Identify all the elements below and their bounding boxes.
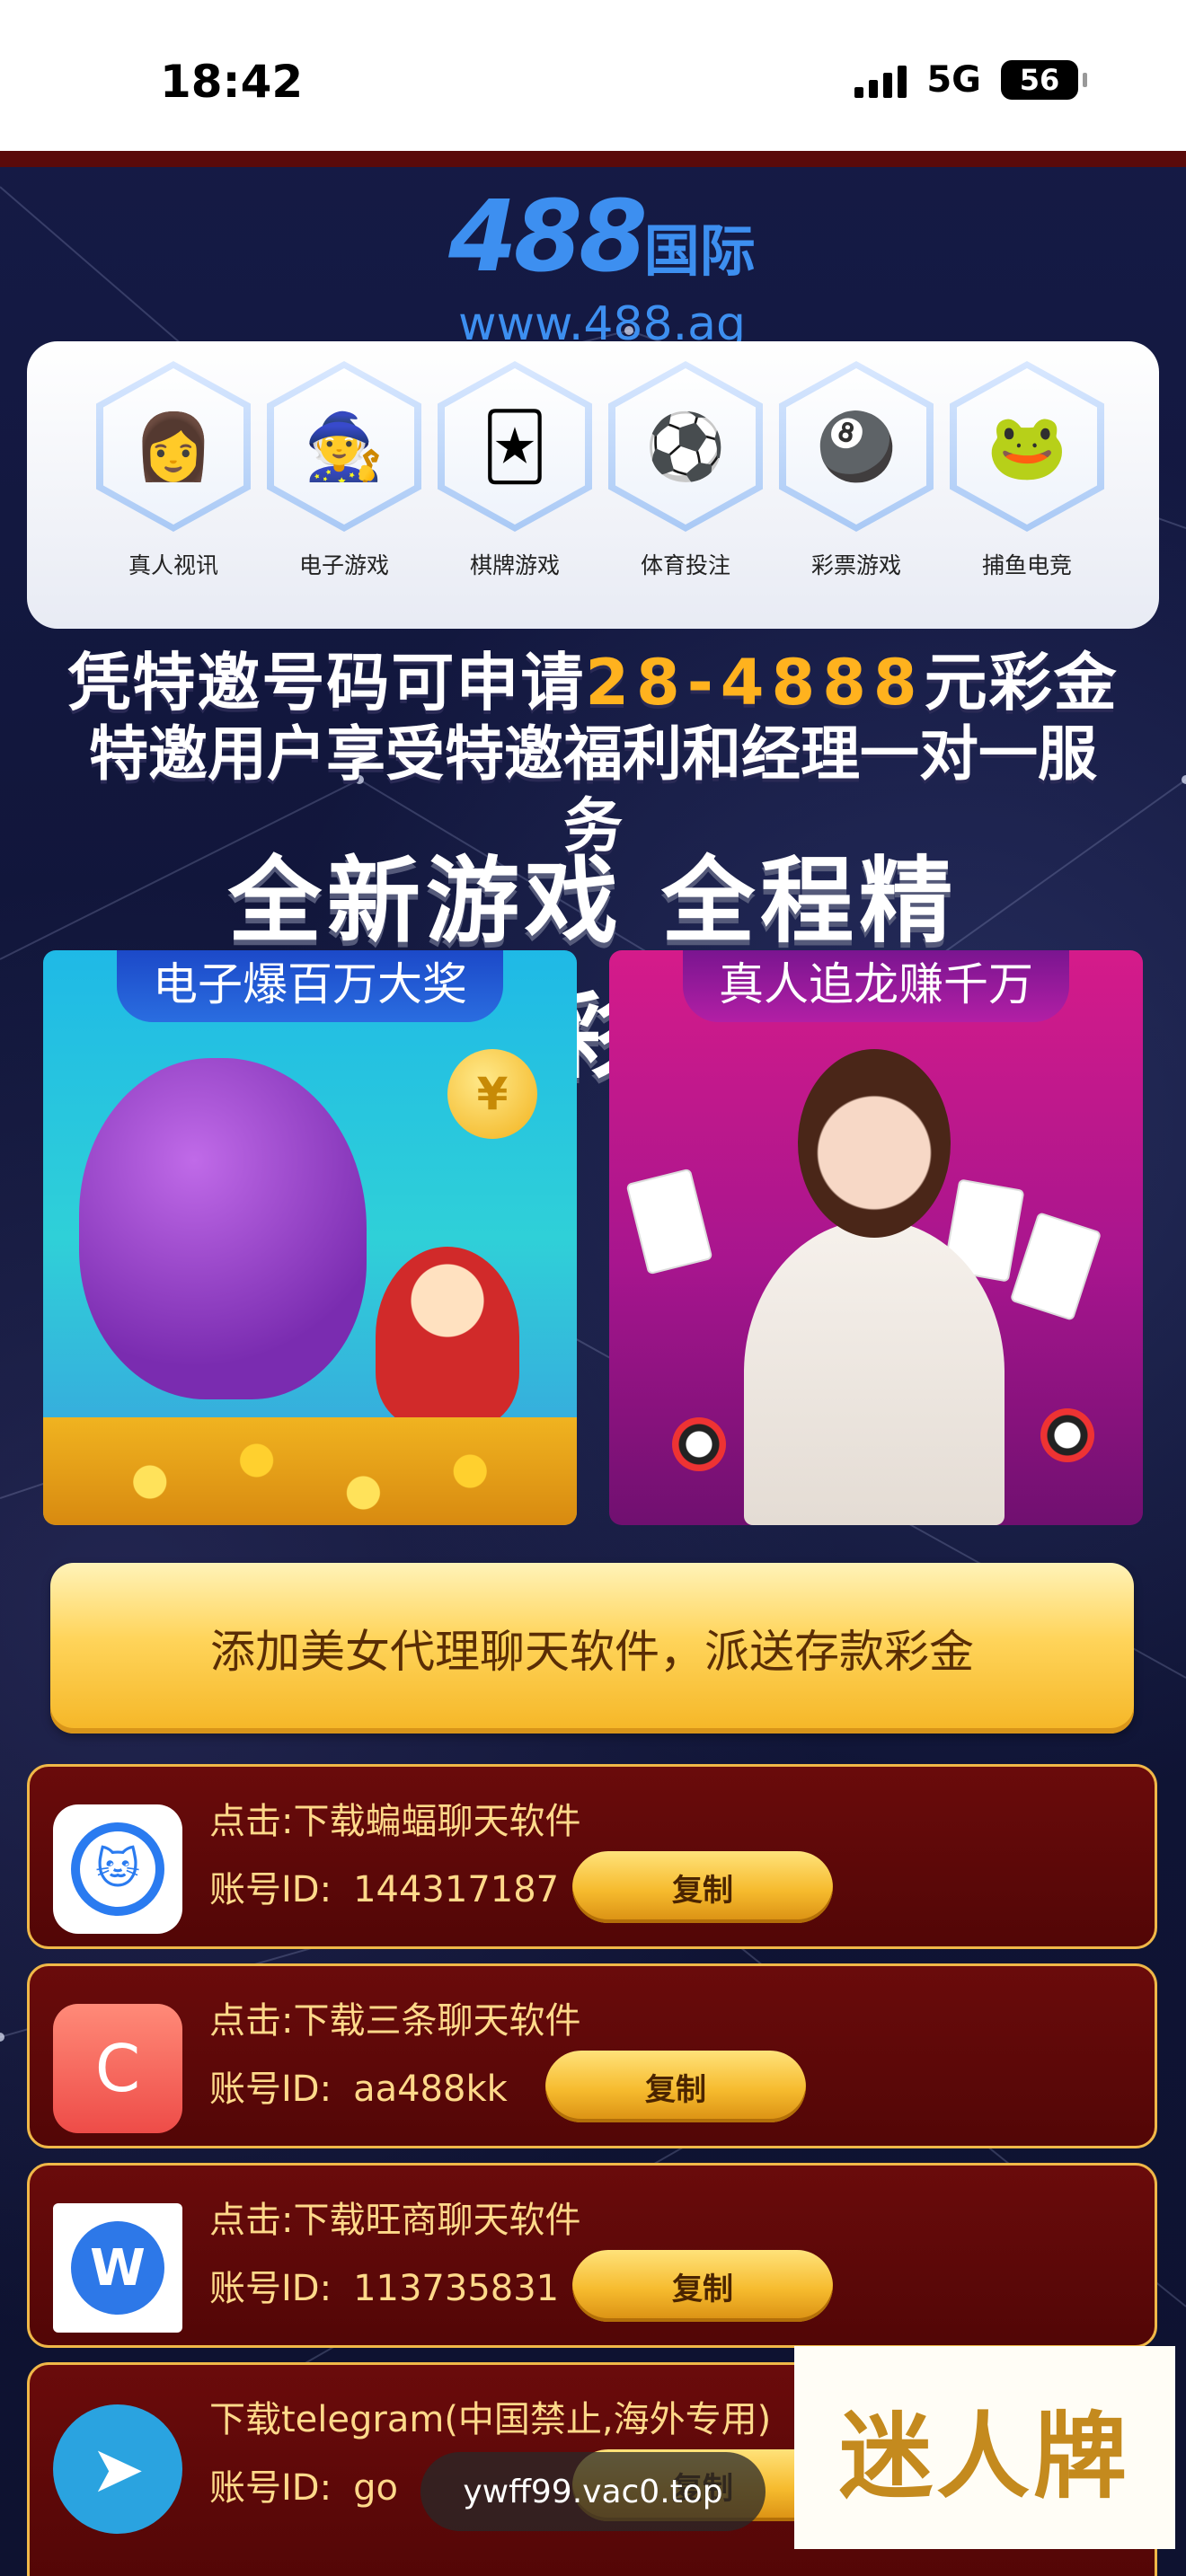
signal-icon <box>854 62 907 98</box>
category-label: 真人视讯 <box>128 552 218 578</box>
promo-line-1: 凭特邀号码可申请28-4888元彩金 <box>63 647 1123 719</box>
download-link[interactable]: 下载telegram(中国禁止,海外专用) <box>209 2390 771 2442</box>
account-id: aa488kk <box>353 2069 508 2110</box>
copy-button[interactable]: 复制 <box>572 2250 833 2322</box>
category-fishing[interactable]: 🐸 捕鱼电竞 <box>942 361 1112 580</box>
download-link[interactable]: 点击:下载蝙蝠聊天软件 <box>209 1792 580 1844</box>
bat-chat-icon: 🐱 <box>53 1804 182 1934</box>
promo-amount: 28-4888 <box>585 646 925 719</box>
genie-illustration <box>79 1058 367 1399</box>
account-id-row: 账号ID: 113735831 <box>209 2268 560 2309</box>
promo-text: 凭特邀号码可申请 <box>67 646 586 719</box>
gold-coins-illustration <box>43 1417 577 1525</box>
site-logo[interactable]: 488国际 www.488.ag <box>422 187 782 351</box>
banner-title: 电子爆百万大奖 <box>117 950 503 1022</box>
account-id: go <box>353 2467 398 2509</box>
santiao-chat-icon: C <box>53 2004 182 2133</box>
dealer-face <box>798 1049 951 1238</box>
category-panel: 👩 真人视讯 🧙 电子游戏 🃏 棋牌游戏 ⚽ 体育投注 🎱 彩票游戏 🐸 捕鱼电… <box>27 341 1159 629</box>
download-link[interactable]: 点击:下载三条聊天软件 <box>209 1991 580 2043</box>
category-label: 彩票游戏 <box>810 552 901 578</box>
account-id: 144317187 <box>353 1869 560 1910</box>
category-label: 棋牌游戏 <box>469 552 560 578</box>
card-game-icon: 🃏 <box>445 368 585 525</box>
category-label: 捕鱼电竞 <box>981 552 1072 578</box>
playing-card-icon <box>625 1168 713 1275</box>
slot-game-icon: 🧙 <box>274 368 414 525</box>
watermark-overlay: 迷人牌 <box>794 2346 1175 2549</box>
category-label: 电子游戏 <box>298 552 389 578</box>
account-id-row: 账号ID: aa488kk <box>209 2069 508 2110</box>
logo-number: 488 <box>448 179 648 294</box>
download-link[interactable]: 点击:下载旺商聊天软件 <box>209 2191 580 2243</box>
slots-banner[interactable]: ¥ 电子爆百万大奖 <box>43 950 577 1525</box>
casino-chip-icon <box>672 1417 726 1471</box>
category-sports[interactable]: ⚽ 体育投注 <box>600 361 771 580</box>
account-id-row: 账号ID: 144317187 <box>209 1869 560 1910</box>
url-overlay-pill[interactable]: ywff99.vac0.top <box>420 2452 766 2531</box>
category-lottery[interactable]: 🎱 彩票游戏 <box>771 361 942 580</box>
category-label: 体育投注 <box>640 552 730 578</box>
dealer-illustration <box>744 1220 1005 1525</box>
add-agent-cta-button[interactable]: 添加美女代理聊天软件，派送存款彩金 <box>50 1563 1134 1734</box>
coin-icon: ¥ <box>447 1049 537 1139</box>
fishing-icon: 🐸 <box>957 368 1097 525</box>
page-content[interactable]: 488国际 www.488.ag 👩 真人视讯 🧙 电子游戏 🃏 棋牌游戏 ⚽ … <box>0 151 1186 2576</box>
status-time: 18:42 <box>160 56 304 108</box>
logo-name: 国际 <box>643 218 756 284</box>
copy-button[interactable]: 复制 <box>572 1851 833 1923</box>
live-casino-banner[interactable]: 真人追龙赚千万 <box>609 950 1143 1525</box>
casino-chip-icon <box>1040 1408 1094 1462</box>
playing-card-icon <box>1009 1212 1102 1321</box>
account-card-bat[interactable]: 🐱 点击:下载蝙蝠聊天软件 账号ID: 144317187 复制 <box>27 1764 1157 1949</box>
banner-title: 真人追龙赚千万 <box>683 950 1069 1022</box>
live-casino-icon: 👩 <box>103 368 243 525</box>
wangshang-chat-icon: W <box>53 2203 182 2333</box>
status-bar: 18:42 5G 56 <box>0 0 1186 151</box>
god-of-wealth-illustration <box>376 1247 519 1426</box>
network-type: 5G <box>926 59 981 101</box>
copy-button[interactable]: 复制 <box>545 2051 806 2122</box>
sports-icon: ⚽ <box>615 368 756 525</box>
category-cards[interactable]: 🃏 棋牌游戏 <box>429 361 600 580</box>
account-card-santiao[interactable]: C 点击:下载三条聊天软件 账号ID: aa488kk 复制 <box>27 1963 1157 2148</box>
status-indicators: 5G 56 <box>854 59 1087 101</box>
battery-icon: 56 <box>1001 60 1087 100</box>
account-id-row: 账号ID: go <box>209 2467 398 2509</box>
telegram-icon: ➤ <box>53 2404 182 2534</box>
lottery-icon: 🎱 <box>786 368 926 525</box>
category-slots[interactable]: 🧙 电子游戏 <box>259 361 429 580</box>
promo-text: 元彩金 <box>924 646 1119 719</box>
category-live[interactable]: 👩 真人视讯 <box>88 361 259 580</box>
account-id: 113735831 <box>353 2268 560 2309</box>
account-card-wangshang[interactable]: W 点击:下载旺商聊天软件 账号ID: 113735831 复制 <box>27 2163 1157 2348</box>
